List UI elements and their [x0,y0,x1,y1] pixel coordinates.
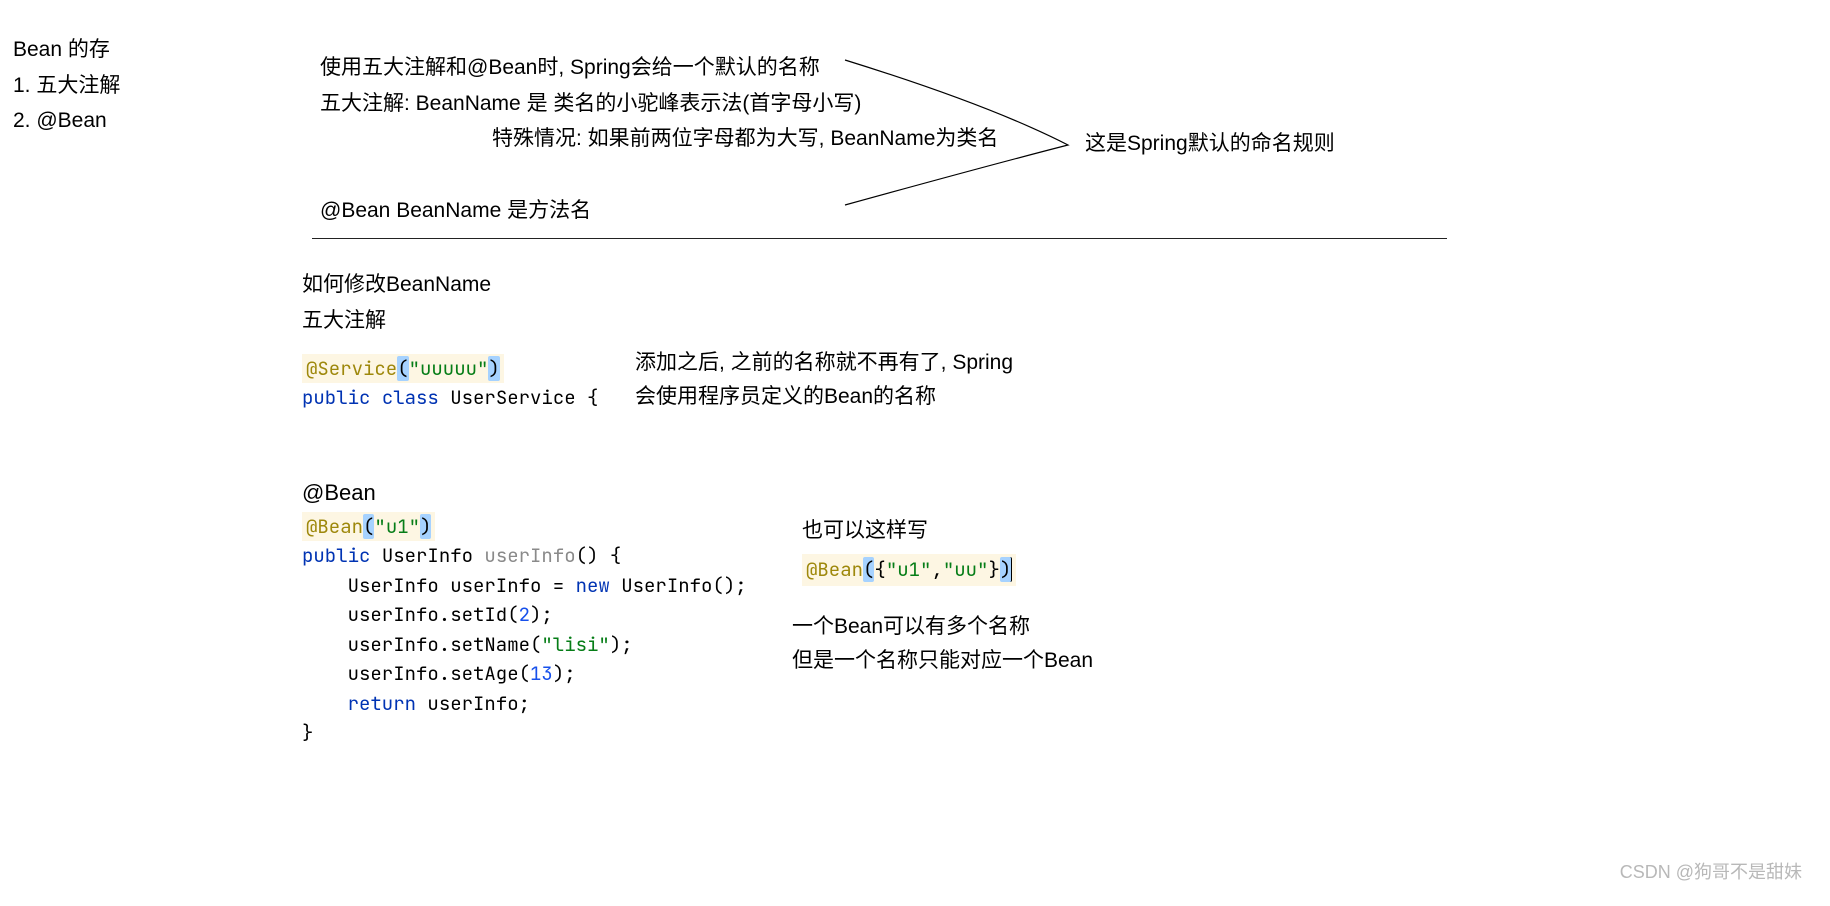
explain-service: 添加之后, 之前的名称就不再有了, Spring 会使用程序员定义的Bean的名… [635,346,1065,413]
str-literal: "uu" [943,557,989,582]
method-rest: () { [576,543,622,568]
footnote: 一个Bean可以有多个名称 但是一个名称只能对应一个Bean [792,610,1093,677]
bean-section: @Bean @Bean("u1") public UserInfo userIn… [302,480,747,748]
explain-bean-array: 也可以这样写 @Bean({"u1","uu"}) [802,514,1016,586]
explain-line: 会使用程序员定义的Bean的名称 [635,380,1065,414]
side-nav: Bean 的存 1. 五大注解 2. @Bean [13,32,120,139]
method-name: userInfo [484,543,575,568]
section-heading: 如何修改BeanName [302,268,598,298]
footnote-line: 但是一个名称只能对应一个Bean [792,644,1093,678]
annotation-keyword: @Service [306,356,397,381]
rule-line: 特殊情况: 如果前两位字母都为大写, BeanName为类名 [492,121,998,157]
kw-public: public [302,543,370,568]
code-text: userInfo; [416,691,530,716]
watermark: CSDN @狗哥不是甜妹 [1620,858,1802,884]
code-text: ); [610,632,633,657]
kw-return: return [302,691,416,716]
bean-heading: @Bean [302,480,747,506]
str-literal: "u1" [886,557,932,582]
kw-new: new [576,573,610,598]
rules-block: 使用五大注解和@Bean时, Spring会给一个默认的名称 五大注解: Bea… [320,50,998,229]
section-subheading: 五大注解 [302,304,598,334]
code-text: UserInfo userInfo = [302,573,576,598]
kw-public: public [302,385,370,410]
return-type: UserInfo [382,543,473,568]
str-literal: "lisi" [541,632,609,657]
side-nav-title: Bean 的存 [13,32,120,68]
annotation-arg: "u1" [374,514,420,539]
side-nav-item: 2. @Bean [13,103,120,139]
footnote-line: 一个Bean可以有多个名称 [792,610,1093,644]
num-literal: 2 [519,602,530,627]
divider [312,238,1447,239]
rule-line: @Bean BeanName 是方法名 [320,193,998,229]
code-text: ); [530,602,553,627]
code-text: } [302,720,313,745]
explain-line: 也可以这样写 [802,514,1016,548]
code-inline-bean-array: @Bean({"u1","uu"}) [802,554,1016,586]
annotation-arg: "uuuuu" [409,356,489,381]
annotation-keyword: @Bean [306,514,363,539]
code-block-service: @Service("uuuuu") public class UserServi… [302,354,598,413]
code-text: ); [553,661,576,686]
code-text: userInfo.setName( [302,632,541,657]
code-text: userInfo.setAge( [302,661,530,686]
code-block-bean: @Bean("u1") public UserInfo userInfo() {… [302,512,747,748]
side-nav-item: 1. 五大注解 [13,68,120,104]
comma: , [931,557,942,582]
modify-bean-name-section: 如何修改BeanName 五大注解 @Service("uuuuu") publ… [302,268,598,413]
default-naming-label: 这是Spring默认的命名规则 [1085,127,1335,157]
explain-line: 添加之后, 之前的名称就不再有了, Spring [635,346,1065,380]
annotation-keyword: @Bean [806,557,863,582]
rule-line: 使用五大注解和@Bean时, Spring会给一个默认的名称 [320,50,998,86]
kw-class: class [382,385,439,410]
rule-line: 五大注解: BeanName 是 类名的小驼峰表示法(首字母小写) [320,86,998,122]
code-text: UserInfo(); [610,573,747,598]
class-name: UserService { [450,385,598,410]
num-literal: 13 [530,661,553,686]
code-text: userInfo.setId( [302,602,519,627]
